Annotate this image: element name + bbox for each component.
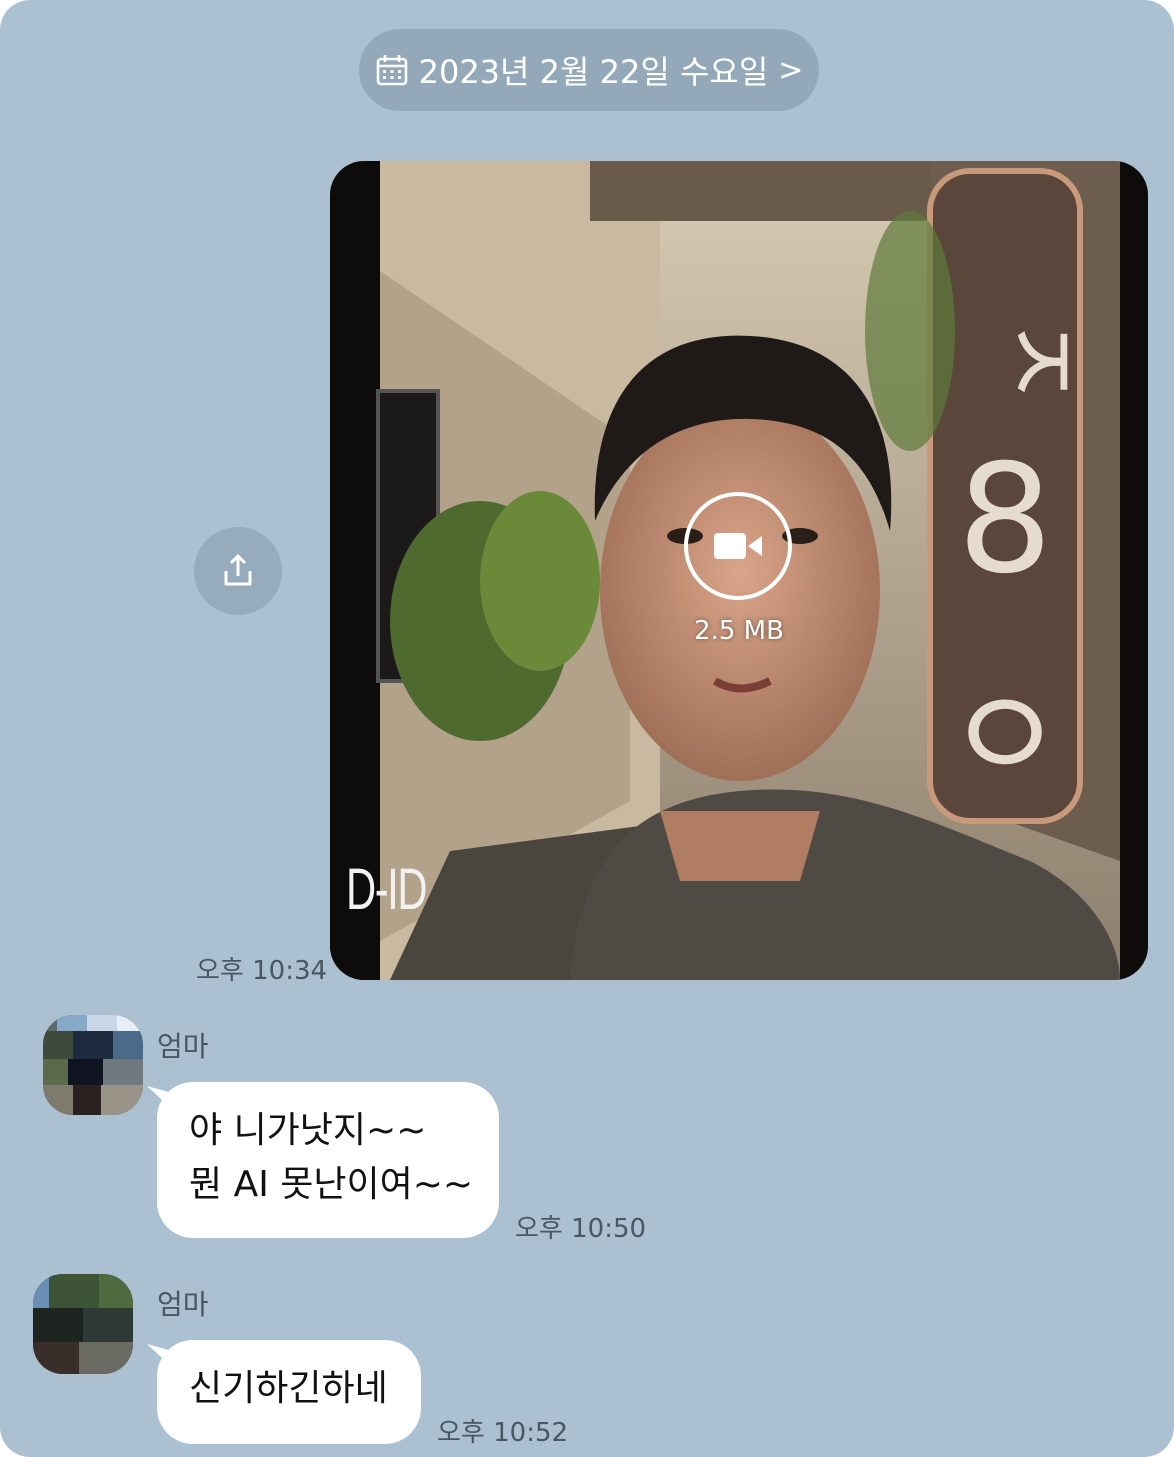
date-label: 2023년 2월 22일 수요일 — [418, 53, 769, 91]
sender-name: 엄마 — [157, 1288, 209, 1321]
video-camera-icon — [714, 533, 762, 559]
message-bubble[interactable]: 야 니가낫지~~ 뭔 AI 못난이여~~ — [147, 1082, 499, 1238]
message-text-line: 뭔 AI 못난이여~~ — [189, 1164, 474, 1205]
chat-screen: 2023년 2월 22일 수요일 > ㅈ 8 ㅇ 2.5 MB D-ID 오후 … — [0, 0, 1174, 1457]
share-button[interactable] — [194, 527, 282, 615]
message-timestamp: 오후 10:50 — [515, 1214, 647, 1244]
avatar[interactable] — [43, 1015, 143, 1115]
avatar[interactable] — [33, 1274, 133, 1374]
sender-name: 엄마 — [157, 1030, 209, 1063]
watermark-logo: D-ID — [346, 857, 428, 922]
message-timestamp: 오후 10:34 — [196, 956, 328, 986]
chevron-right-icon: > — [778, 52, 804, 88]
play-video-button[interactable] — [684, 492, 792, 600]
video-message[interactable]: ㅈ 8 ㅇ 2.5 MB D-ID — [330, 161, 1148, 980]
svg-text:8: 8 — [957, 433, 1052, 607]
message-timestamp: 오후 10:52 — [437, 1418, 569, 1448]
date-divider[interactable]: 2023년 2월 22일 수요일 > — [359, 29, 819, 111]
svg-text:ㅈ: ㅈ — [981, 315, 1098, 407]
svg-text:ㅇ: ㅇ — [945, 660, 1065, 812]
message-bubble[interactable]: 신기하긴하네 — [147, 1340, 421, 1444]
bubble-tail — [147, 1344, 175, 1370]
share-icon — [224, 554, 252, 586]
bubble-tail — [147, 1086, 175, 1112]
calendar-icon — [376, 55, 407, 86]
message-text-line: 야 니가낫지~~ — [189, 1110, 427, 1151]
message-text-line: 신기하긴하네 — [189, 1368, 388, 1409]
video-file-size: 2.5 MB — [694, 616, 784, 646]
